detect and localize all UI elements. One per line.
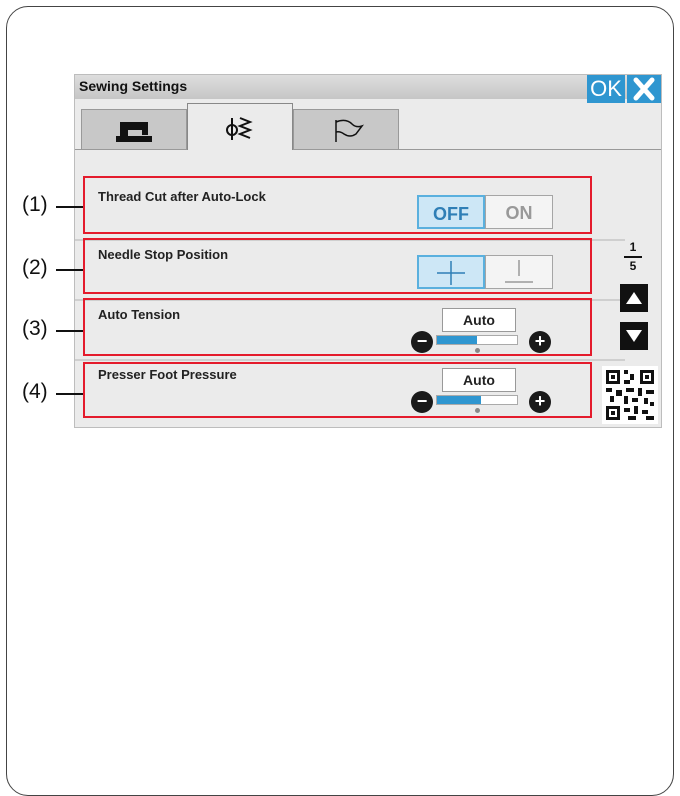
leader-line-1 [56, 206, 83, 208]
arrow-up-icon [626, 292, 642, 304]
title-bar: Sewing Settings [75, 75, 661, 99]
arrow-down-icon [626, 330, 642, 342]
page-total: 5 [629, 259, 637, 273]
tab-machine[interactable] [81, 109, 187, 149]
callout-label-1: (1) [22, 193, 48, 216]
callout-box-2 [83, 238, 592, 294]
leader-line-3 [56, 330, 83, 332]
needle-stitch-icon [226, 117, 253, 140]
tab-language[interactable] [293, 109, 399, 149]
callout-box-1 [83, 176, 592, 234]
page-fraction-bar [624, 256, 642, 258]
callout-label-4: (4) [22, 380, 48, 403]
tab-strip [75, 103, 661, 150]
qr-code-icon [604, 368, 656, 422]
tab-stitch-settings[interactable] [187, 103, 293, 150]
callout-label-3: (3) [22, 317, 48, 340]
ok-button[interactable]: OK [587, 75, 625, 103]
page-down-button[interactable] [620, 322, 648, 350]
callout-box-4 [83, 362, 592, 418]
window-title: Sewing Settings [79, 78, 188, 94]
close-icon [633, 77, 655, 101]
callout-label-2: (2) [22, 256, 48, 279]
leader-line-2 [56, 269, 83, 271]
tab-divider [75, 149, 661, 150]
leader-line-4 [56, 393, 83, 395]
page-current: 1 [629, 240, 637, 254]
flag-icon [335, 119, 365, 142]
sewing-machine-icon [116, 122, 152, 142]
row-divider [75, 359, 625, 361]
qr-code-button[interactable] [602, 366, 658, 424]
close-button[interactable] [627, 75, 661, 103]
callout-box-3 [83, 298, 592, 356]
page-up-button[interactable] [620, 284, 648, 312]
